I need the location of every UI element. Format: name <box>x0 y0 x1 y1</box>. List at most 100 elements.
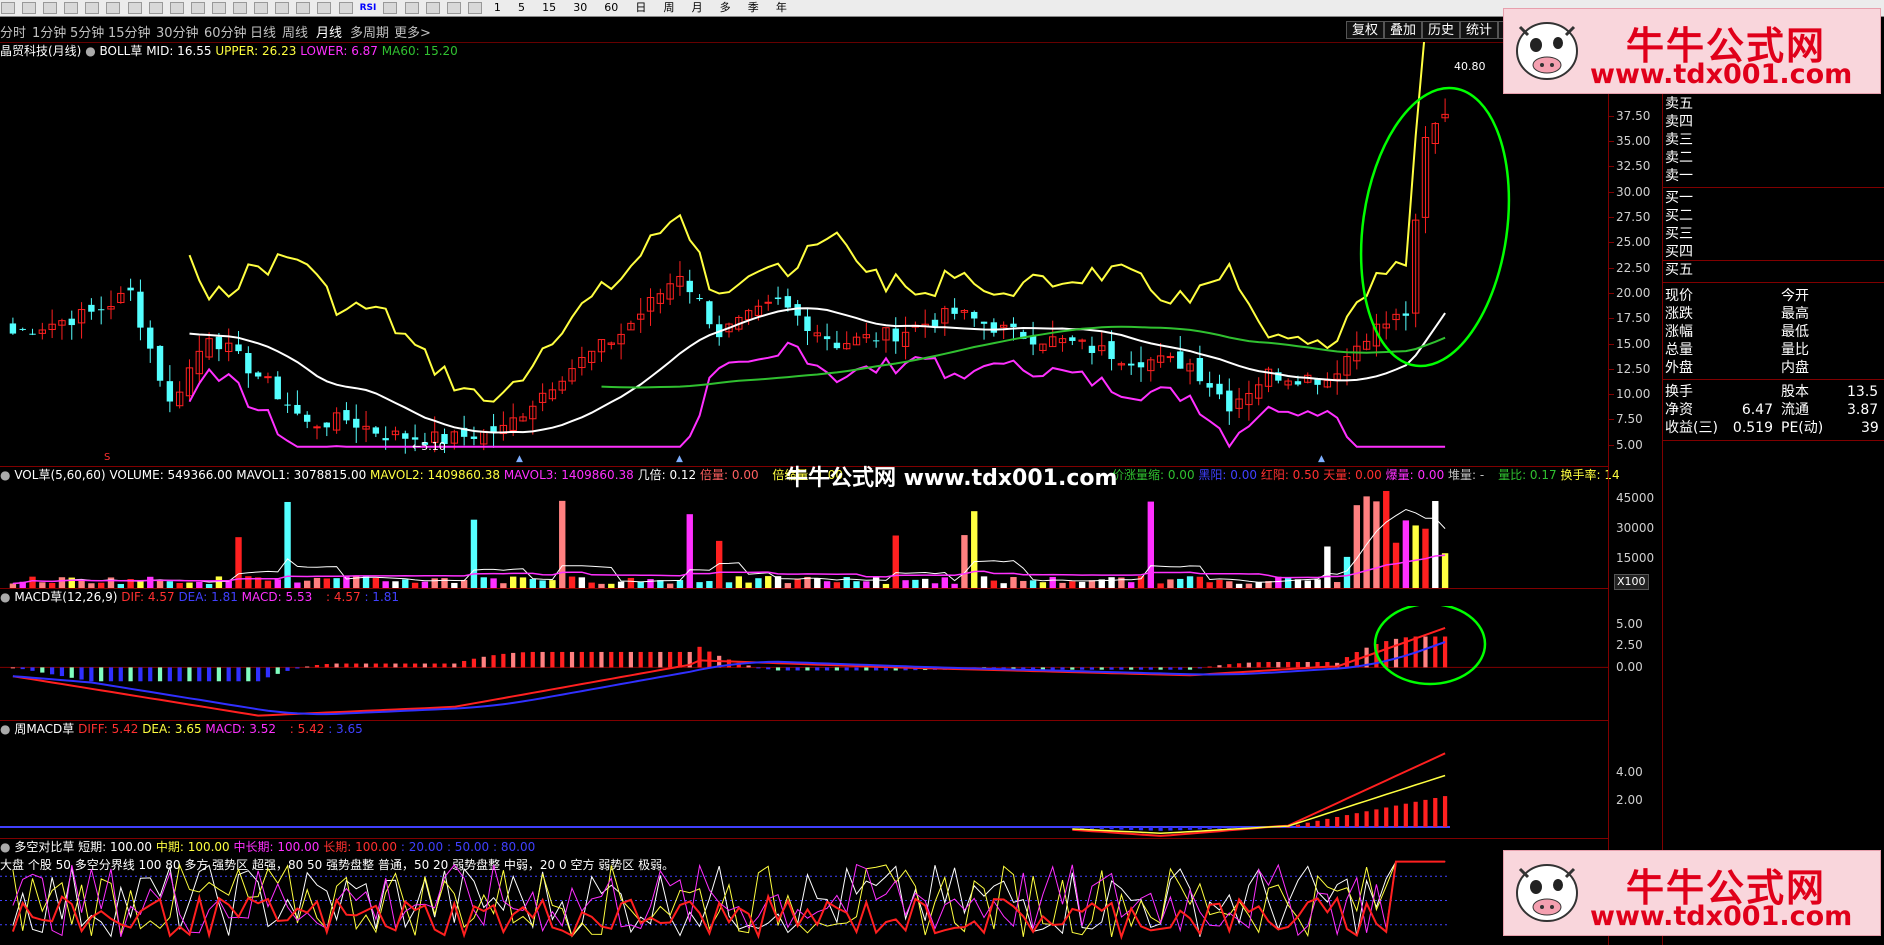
toolbar-period-60[interactable]: 60 <box>604 1 618 14</box>
macd-bar <box>452 663 457 668</box>
tool-icon[interactable] <box>1 2 15 14</box>
tool-icon[interactable] <box>106 2 121 14</box>
tool-icon[interactable] <box>296 2 311 14</box>
rsi-button[interactable]: RSI <box>360 2 377 15</box>
weekly-macd-bar <box>1364 811 1369 828</box>
volume-bar <box>617 581 625 588</box>
candlestick-chart[interactable] <box>0 42 1608 466</box>
tool-icon[interactable] <box>233 2 248 14</box>
watermark-banner-top: 牛牛公式网 www.tdx001.com <box>1503 8 1881 94</box>
macd-bar <box>197 667 202 682</box>
tool-icon[interactable] <box>64 2 79 14</box>
overlay-button[interactable]: 叠加 <box>1384 21 1423 39</box>
tab-1min[interactable]: 1分钟 <box>32 22 66 41</box>
tab-60min[interactable]: 60分钟 <box>204 22 247 41</box>
toolbar-period-quarter[interactable]: 季 <box>748 1 759 14</box>
y-tick-label: 30.00 <box>1616 184 1651 199</box>
stat-float-value: 3.87 <box>1847 402 1879 418</box>
vol-indicator-name[interactable]: VOL草(5,60,60) <box>14 468 105 482</box>
macd-bar <box>530 651 535 668</box>
stat-float-label: 流通 <box>1781 402 1809 418</box>
tool-icon[interactable] <box>254 2 269 14</box>
volume-bar <box>137 581 144 588</box>
tab-30min[interactable]: 30分钟 <box>156 22 199 41</box>
toolbar-period-30[interactable]: 30 <box>573 1 587 14</box>
tool-icon[interactable] <box>317 2 332 14</box>
tool-icon[interactable] <box>85 2 100 14</box>
sell-5-label: 卖五 <box>1665 96 1693 112</box>
toolbar-period-multi[interactable]: 多 <box>720 1 731 14</box>
weekly-macd-bar <box>1099 827 1104 830</box>
macd-bar <box>324 664 329 668</box>
tool-icon[interactable] <box>211 2 226 14</box>
volume-bar <box>559 500 566 588</box>
macd-bar <box>1168 667 1173 670</box>
tool-icon[interactable] <box>446 2 461 14</box>
volume-bar <box>1275 576 1282 588</box>
tool-icon[interactable] <box>467 2 482 14</box>
tool-icon[interactable] <box>127 2 142 14</box>
tool-icon[interactable] <box>404 2 419 14</box>
volume-chart[interactable] <box>0 484 1608 588</box>
tab-more[interactable]: 更多> <box>394 22 431 41</box>
y-tick-label: 22.50 <box>1616 260 1651 275</box>
candle-body-down <box>1088 345 1096 353</box>
macd-y-tick-label: 0.00 <box>1616 660 1643 675</box>
weekly-macd-value: MACD: 3.52 <box>205 722 276 736</box>
tool-icon[interactable] <box>148 2 163 14</box>
volume-bar <box>1334 582 1341 588</box>
volume-bar <box>1010 577 1017 588</box>
tab-monthly[interactable]: 月线 <box>316 22 342 41</box>
bull-bear-chart[interactable] <box>0 856 1608 945</box>
macd-dea-value: DEA: 1.81 <box>178 590 238 604</box>
weekly-dea-line <box>1072 774 1446 835</box>
tab-5min[interactable]: 5分钟 <box>70 22 104 41</box>
tab-intraday[interactable]: 分时 <box>0 22 26 41</box>
restore-rights-button[interactable]: 复权 <box>1346 21 1385 39</box>
toolbar-period-15[interactable]: 15 <box>542 1 556 14</box>
candle-body-up <box>313 426 321 429</box>
volume-bar <box>323 578 330 588</box>
volume-bar <box>1167 579 1174 588</box>
macd-chart[interactable] <box>0 606 1608 720</box>
candle-body-down <box>382 438 389 441</box>
tool-icon[interactable] <box>190 2 205 14</box>
chart-icon[interactable] <box>338 2 353 14</box>
volume-bar <box>451 582 458 588</box>
toolbar-period-month[interactable]: 月 <box>692 1 703 14</box>
weekly-macd-chart[interactable] <box>0 738 1608 838</box>
macd-bar <box>824 667 830 671</box>
tab-daily[interactable]: 日线 <box>250 22 276 41</box>
macd-bar <box>520 652 526 668</box>
toolbar-period-week[interactable]: 周 <box>663 1 674 14</box>
weekly-macd-indicator-name[interactable]: 周MACD草 <box>14 722 74 736</box>
statistics-button[interactable]: 统计 <box>1460 21 1499 39</box>
toolbar-period-day[interactable]: 日 <box>635 1 646 14</box>
candle-body-down <box>274 376 281 400</box>
y-tick-mark <box>1608 318 1614 320</box>
history-button[interactable]: 历史 <box>1422 21 1461 39</box>
candle-body-down <box>1108 341 1115 360</box>
toolbar-period-year[interactable]: 年 <box>776 1 787 14</box>
candle-body-down <box>304 414 311 422</box>
volume-bar <box>1020 580 1027 588</box>
quote-outer-label: 外盘 <box>1665 360 1693 376</box>
macd-indicator-name[interactable]: MACD草(12,26,9) <box>14 590 117 604</box>
toolbar-period-5[interactable]: 5 <box>518 1 525 14</box>
tool-icon[interactable] <box>383 2 398 14</box>
tab-weekly[interactable]: 周线 <box>282 22 308 41</box>
tab-15min[interactable]: 15分钟 <box>108 22 151 41</box>
volume-bar <box>313 577 321 588</box>
volume-bar <box>294 582 301 588</box>
tool-icon[interactable] <box>43 2 58 14</box>
candle-body-down <box>1294 381 1302 385</box>
tool-icon[interactable] <box>169 2 184 14</box>
macd-bar <box>334 663 339 668</box>
tool-icon[interactable] <box>22 2 37 14</box>
bull-bear-indicator-name[interactable]: 多空对比草 <box>14 840 74 854</box>
tab-multi-period[interactable]: 多周期 <box>350 22 389 41</box>
toolbar-period-1[interactable]: 1 <box>494 1 501 14</box>
tool-icon[interactable] <box>425 2 440 14</box>
candle-body-down <box>88 304 95 312</box>
tool-icon[interactable] <box>275 2 290 14</box>
